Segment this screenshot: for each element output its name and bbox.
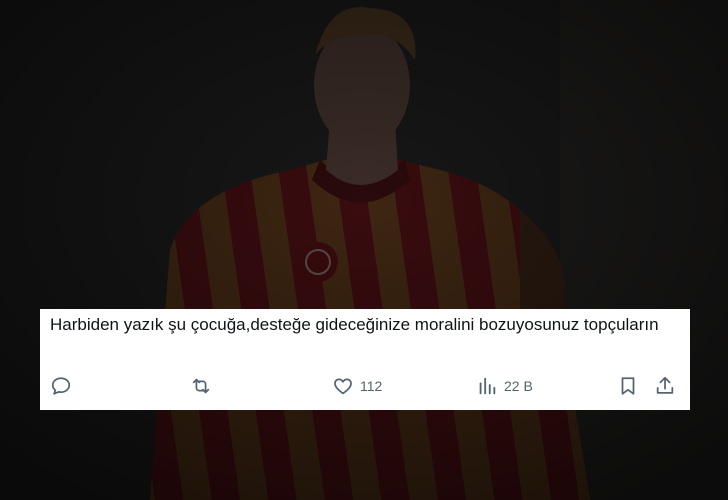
share-icon <box>654 375 676 397</box>
tweet-card: Harbiden yazık şu çocuğa,desteğe gideceğ… <box>40 309 690 410</box>
reply-icon <box>50 375 72 397</box>
share-button[interactable] <box>654 371 676 401</box>
tweet-actions: 112 22 B <box>40 371 690 401</box>
bookmark-button[interactable] <box>617 371 639 401</box>
like-button[interactable]: 112 <box>332 371 382 401</box>
views-count: 22 B <box>504 378 533 394</box>
analytics-icon <box>476 375 498 397</box>
retweet-icon <box>190 375 212 397</box>
bookmark-icon <box>617 375 639 397</box>
views-button[interactable]: 22 B <box>476 371 533 401</box>
tweet-text: Harbiden yazık şu çocuğa,desteğe gideceğ… <box>50 315 659 334</box>
reply-button[interactable] <box>50 371 78 401</box>
heart-icon <box>332 375 354 397</box>
retweet-button[interactable] <box>190 371 218 401</box>
like-count: 112 <box>360 378 383 394</box>
background-photo <box>0 0 728 500</box>
